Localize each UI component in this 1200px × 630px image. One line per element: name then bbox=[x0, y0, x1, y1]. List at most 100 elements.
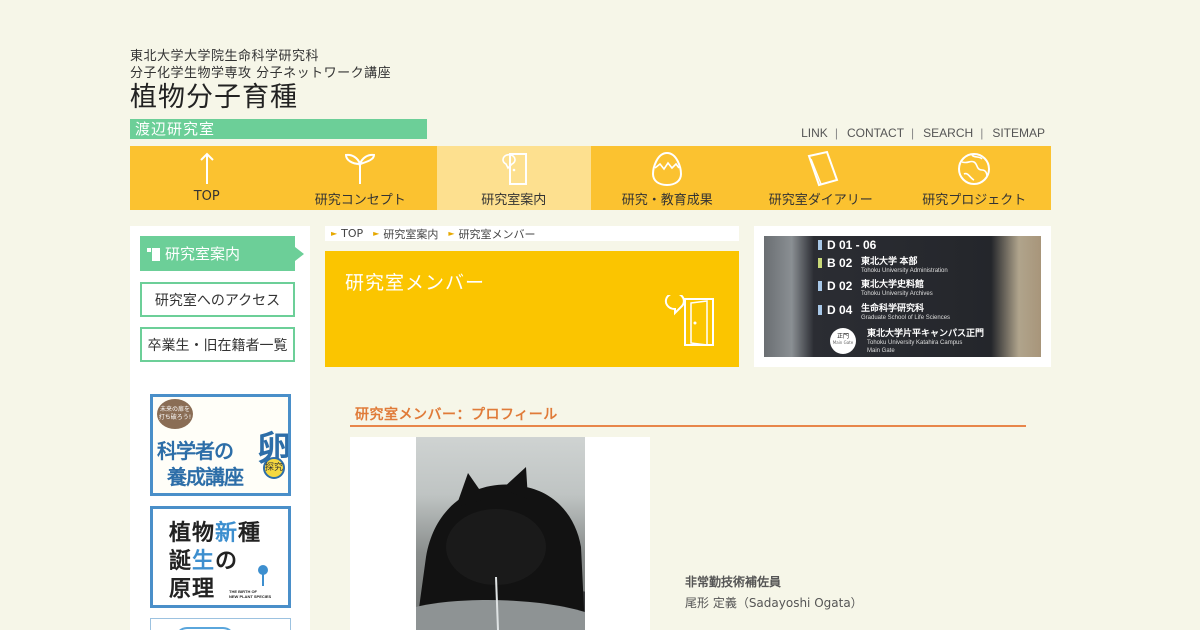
nav-label: 研究コンセプト bbox=[314, 193, 406, 208]
banner-bubble: 未来の扉を 打ち破ろう! bbox=[157, 399, 193, 429]
util-item-search: SEARCH | bbox=[923, 126, 992, 140]
banner-main-text: 科学者の bbox=[157, 439, 234, 463]
sign-tag bbox=[818, 281, 822, 291]
profile-photo-box bbox=[350, 437, 650, 630]
university-line-1: 東北大学大学院生命科学研究科 bbox=[130, 49, 320, 64]
util-separator: | bbox=[980, 126, 984, 140]
nav-label: 研究室案内 bbox=[481, 193, 547, 208]
nav-label: 研究・教育成果 bbox=[621, 193, 713, 208]
campus-sign-photo: D 01 - 06 B 02 東北大学 本部 Tohoku University … bbox=[764, 236, 1041, 357]
util-item-link: LINK | bbox=[801, 126, 847, 140]
sign-tag bbox=[818, 258, 822, 268]
sign-row: D 02 東北大学史料館 Tohoku University Archives bbox=[818, 279, 933, 298]
util-item-contact: CONTACT | bbox=[847, 126, 923, 140]
key-icon bbox=[258, 565, 268, 586]
banner-bubble-text-2: 打ち破ろう! bbox=[158, 414, 192, 421]
sign-en: Graduate School of Life Sciences bbox=[861, 315, 951, 321]
lab-subtitle[interactable]: 渡辺研究室 bbox=[130, 119, 427, 139]
banner2-text: 種 bbox=[238, 521, 262, 546]
nav-item-results[interactable]: 研究・教育成果 bbox=[591, 146, 745, 210]
main-gate-badge: 正門 Main Gate bbox=[830, 328, 856, 354]
arrow-right-icon: ► bbox=[373, 229, 380, 238]
sign-ja: 東北大学 本部 bbox=[861, 256, 918, 266]
sign-ja: 東北大学史料館 bbox=[861, 279, 925, 289]
util-separator: | bbox=[834, 126, 838, 140]
sidebar-item-access[interactable]: 研究室へのアクセス bbox=[140, 282, 295, 317]
banner-third[interactable] bbox=[150, 618, 291, 630]
sign-code: D 04 bbox=[827, 303, 853, 317]
door-icon bbox=[501, 153, 527, 185]
sidebar-item-alumni[interactable]: 卒業生・旧在籍者一覧 bbox=[140, 327, 295, 362]
sign-en: Tohoku University Katahira Campus bbox=[867, 340, 963, 346]
page-title: 研究室メンバー bbox=[345, 272, 486, 294]
arrow-right-icon: ► bbox=[331, 229, 338, 238]
notebook-icon bbox=[807, 150, 839, 187]
breadcrumb-text: 研究室メンバー bbox=[458, 227, 536, 241]
nav-item-top[interactable]: TOP bbox=[130, 146, 284, 210]
breadcrumb-item[interactable]: ► TOP bbox=[331, 227, 363, 240]
banner2-english: THE BIRTH OF NEW PLANT SPECIES bbox=[229, 589, 271, 599]
profile-role: 非常勤技術補佐員 bbox=[685, 575, 782, 589]
sign-code: D 01 - 06 bbox=[827, 238, 877, 252]
profile-name: 尾形 定義（Sadayoshi Ogata） bbox=[685, 596, 863, 610]
gate-ja: 正門 bbox=[836, 333, 849, 340]
nav-item-concept[interactable]: 研究コンセプト bbox=[284, 146, 438, 210]
sidebar: 研究室案内 研究室へのアクセス 卒業生・旧在籍者一覧 未来の扉を 打ち破ろう! … bbox=[130, 226, 310, 630]
sign-code: D 02 bbox=[827, 279, 853, 293]
util-link-link[interactable]: LINK bbox=[801, 126, 828, 140]
sign-en: Tohoku University Administration bbox=[861, 268, 948, 274]
sign-texts: 生命科学研究科 Graduate School of Life Sciences bbox=[861, 303, 950, 322]
section-heading: 研究室メンバー：プロフィール bbox=[350, 404, 1026, 427]
sidebar-item-lab-guide[interactable]: 研究室案内 bbox=[140, 236, 304, 271]
profile-photo-cat bbox=[416, 437, 585, 630]
sign-ja: 東北大学片平キャンパス正門 bbox=[867, 328, 985, 338]
nav-item-lab-guide[interactable]: 研究室案内 bbox=[437, 146, 591, 210]
nav-item-projects[interactable]: 研究プロジェクト bbox=[898, 146, 1052, 210]
breadcrumb-item[interactable]: ► 研究室案内 bbox=[373, 226, 438, 242]
arrow-up-icon bbox=[200, 152, 214, 184]
banner2-text: の bbox=[215, 549, 239, 574]
page-header: 研究室メンバー bbox=[325, 251, 739, 367]
arrow-right-icon: ► bbox=[448, 229, 455, 238]
nav-item-diary[interactable]: 研究室ダイアリー bbox=[744, 146, 898, 210]
banner2-line-3: 原理 bbox=[169, 577, 216, 602]
banner-badge: 探究 bbox=[263, 457, 285, 479]
sign-row: B 02 東北大学 本部 Tohoku University Administra… bbox=[818, 256, 948, 275]
banner-bubble-text-1: 未来の扉を bbox=[159, 406, 190, 413]
sign-row: D 01 - 06 bbox=[818, 238, 876, 252]
sign-tag bbox=[818, 305, 822, 315]
door-icon bbox=[664, 295, 714, 346]
sign-tag bbox=[818, 240, 822, 250]
breadcrumb: ► TOP ► 研究室案内 ► 研究室メンバー bbox=[325, 226, 739, 241]
breadcrumb-text: 研究室案内 bbox=[383, 227, 439, 241]
banner-main-text-2: 養成講座 bbox=[167, 465, 244, 489]
util-separator: | bbox=[911, 126, 915, 140]
lab-title[interactable]: 植物分子育種 bbox=[130, 82, 1051, 114]
sign-texts: 東北大学 本部 Tohoku University Administration bbox=[861, 256, 948, 275]
campus-photo-box: D 01 - 06 B 02 東北大学 本部 Tohoku University … bbox=[754, 226, 1051, 367]
site-header: 東北大学大学院生命科学研究科 分子化学生物学専攻 分子ネットワーク講座 植物分子… bbox=[130, 48, 1051, 140]
nav-label: 研究室ダイアリー bbox=[768, 193, 873, 208]
sprout-icon bbox=[345, 153, 376, 184]
sidebar-item-label: 卒業生・旧在籍者一覧 bbox=[147, 337, 288, 354]
sidebar-active-label: 研究室案内 bbox=[165, 245, 241, 263]
breadcrumb-item-current: ► 研究室メンバー bbox=[448, 226, 535, 242]
sign-row: 東北大学片平キャンパス正門 Tohoku University Katahira… bbox=[867, 328, 984, 355]
utility-nav: LINK | CONTACT | SEARCH | SITEMAP bbox=[801, 126, 1045, 140]
egg-icon bbox=[652, 151, 683, 187]
util-link-search[interactable]: SEARCH bbox=[923, 126, 973, 140]
banner-new-plant-species[interactable]: 植物新種 誕生の 原理 THE BIRTH OF NEW PLANT SPECI… bbox=[150, 506, 291, 608]
sign-ja: 生命科学研究科 bbox=[861, 303, 925, 313]
cat-photo-illustration bbox=[416, 467, 585, 630]
banner-scientist-egg[interactable]: 未来の扉を 打ち破ろう! 科学者の 卵 養成講座 探究 bbox=[150, 394, 291, 496]
breadcrumb-text: TOP bbox=[341, 227, 364, 240]
banner2-english-2: NEW PLANT SPECIES bbox=[229, 594, 272, 599]
util-link-contact[interactable]: CONTACT bbox=[847, 126, 904, 140]
sign-texts: 東北大学史料館 Tohoku University Archives bbox=[861, 279, 933, 298]
door-icon bbox=[147, 247, 160, 261]
sign-row: D 04 生命科学研究科 Graduate School of Life Scie… bbox=[818, 303, 950, 322]
util-link-sitemap[interactable]: SITEMAP bbox=[992, 126, 1045, 140]
sign-en: Main Gate bbox=[867, 348, 895, 354]
global-nav: TOP 研究コンセプト 研究室案内 研究・教育成果 研究室ダイアリー 研究プロジ… bbox=[130, 146, 1051, 210]
sign-texts: 東北大学片平キャンパス正門 Tohoku University Katahira… bbox=[867, 328, 984, 355]
